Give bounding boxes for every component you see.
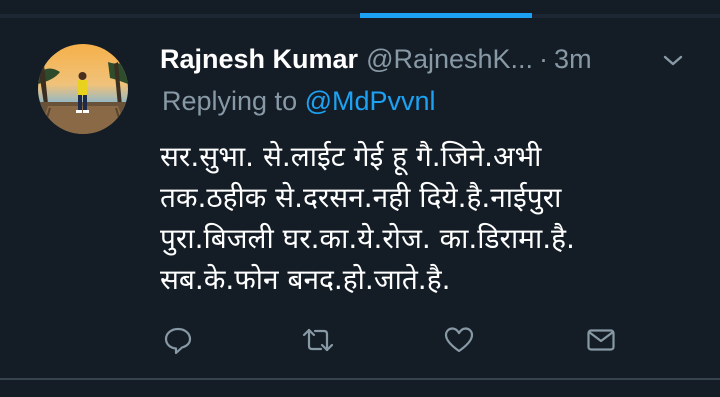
avatar-photo xyxy=(38,44,128,134)
display-name[interactable]: Rajnesh Kumar xyxy=(160,44,358,75)
envelope-icon xyxy=(587,329,615,351)
reply-mention-link[interactable]: @MdPvvnl xyxy=(305,86,436,116)
tweet-card[interactable]: Rajnesh Kumar @RajneshK... · 3m Replying… xyxy=(0,18,720,378)
tweet-text-line: सब.के.फोन बनद.हो.जाते.है. xyxy=(160,263,451,296)
chevron-down-icon[interactable] xyxy=(660,52,686,70)
reply-icon xyxy=(164,327,192,355)
user-handle[interactable]: @RajneshK... xyxy=(366,44,533,75)
avatar[interactable] xyxy=(38,44,128,134)
replying-to: Replying to @MdPvvnl xyxy=(162,86,436,117)
reply-button[interactable] xyxy=(160,322,196,358)
direct-message-button[interactable] xyxy=(583,322,619,358)
retweet-icon xyxy=(302,328,334,352)
retweet-button[interactable] xyxy=(300,322,336,358)
meta-separator: · xyxy=(539,43,549,74)
timestamp[interactable]: 3m xyxy=(554,44,592,75)
tweet-text: सर.सुभा. से.लाईट गेई हू गै.जिने.अभी तक.ठ… xyxy=(160,136,690,300)
replying-to-label: Replying to xyxy=(162,86,298,116)
heart-icon xyxy=(444,327,474,353)
tweet-actions xyxy=(160,322,630,362)
tweet-text-line: सर.सुभा. से.लाईट गेई हू गै.जिने.अभी xyxy=(160,140,542,173)
tweet-header: Rajnesh Kumar @RajneshK... · 3m xyxy=(160,42,700,76)
tweet-text-line: तक.ठहीक से.दरसन.नही दिये.है.नाईपुरा xyxy=(160,181,562,214)
tweet-text-line: पुरा.बिजली घर.का.ये.रोज. का.डिरामा.है. xyxy=(160,222,575,255)
next-tweet-area xyxy=(0,380,720,397)
like-button[interactable] xyxy=(441,322,477,358)
